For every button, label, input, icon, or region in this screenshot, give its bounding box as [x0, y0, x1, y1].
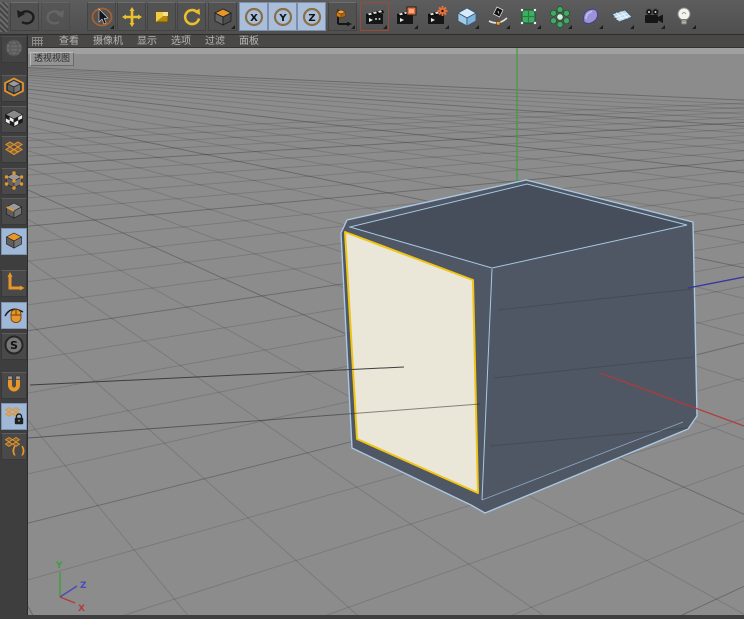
render-view-icon — [363, 5, 387, 29]
magnet-icon — [3, 373, 25, 399]
viewport-label: 透视视图 — [30, 52, 75, 66]
model-mode-button[interactable] — [1, 75, 27, 102]
undo-button[interactable] — [10, 2, 39, 31]
make-editable-icon — [3, 37, 25, 63]
axis-z-toggle[interactable]: Z — [297, 2, 326, 31]
cube-object[interactable] — [340, 179, 698, 514]
subdivision-surface-icon — [517, 5, 541, 29]
render-picture-viewer-icon — [394, 5, 418, 29]
points-mode-button[interactable] — [1, 168, 27, 195]
menu-view[interactable]: 查看 — [59, 35, 79, 48]
render-picture-viewer-button[interactable] — [391, 2, 420, 31]
horizon-strip — [28, 48, 744, 54]
edges-mode-icon — [3, 199, 25, 225]
gizmo-z-label: Z — [80, 581, 87, 591]
svg-text:Z: Z — [308, 13, 315, 24]
workplane-lock-icon — [3, 404, 25, 430]
live-selection-button[interactable] — [87, 2, 116, 31]
menu-panel[interactable]: 面板 — [239, 35, 259, 48]
menu-display[interactable]: 显示 — [137, 35, 157, 48]
magnet-button[interactable] — [1, 372, 27, 399]
recent-tool-button[interactable] — [208, 2, 237, 31]
mode-sidebar: S ( ) — [0, 35, 28, 615]
scale-tool-button[interactable] — [147, 2, 176, 31]
recent-tool-cube-icon — [212, 6, 234, 28]
enable-axis-icon — [3, 271, 25, 297]
tweak-mode-button[interactable] — [1, 302, 27, 329]
viewport-menubar: 查看 摄像机 显示 选项 过滤 面板 — [28, 35, 744, 48]
svg-text:Y: Y — [278, 13, 287, 24]
coordinate-system-icon — [332, 6, 354, 28]
floor-button[interactable] — [607, 2, 636, 31]
array-button[interactable] — [545, 2, 574, 31]
array-icon — [548, 5, 572, 29]
world-z-axis-line — [687, 276, 744, 289]
polygons-mode-icon — [3, 229, 25, 255]
light-icon — [672, 5, 696, 29]
workplane-lock-button[interactable] — [1, 403, 27, 430]
render-view-button[interactable] — [360, 2, 389, 31]
svg-text:X: X — [250, 13, 258, 24]
spline-pen-icon — [486, 5, 510, 29]
camera-icon — [641, 5, 665, 29]
add-cube-button[interactable] — [452, 2, 481, 31]
floor-icon — [610, 5, 634, 29]
menu-options[interactable]: 选项 — [171, 35, 191, 48]
snap-button[interactable]: S — [1, 333, 27, 360]
edges-mode-button[interactable] — [1, 198, 27, 225]
menubar-grip[interactable] — [32, 36, 43, 46]
tweak-mode-icon — [3, 303, 25, 329]
render-settings-icon — [425, 5, 449, 29]
redo-button[interactable] — [41, 2, 70, 31]
viewport-canvas[interactable]: Y Z X — [0, 48, 744, 619]
deformer-icon — [579, 5, 603, 29]
axis-y-toggle[interactable]: Y — [268, 2, 297, 31]
make-editable-button[interactable] — [1, 36, 27, 63]
texture-mode-button[interactable] — [1, 106, 27, 133]
coordinate-system-button[interactable] — [328, 2, 357, 31]
undo-icon — [14, 6, 36, 28]
texture-mode-icon — [3, 107, 25, 133]
toolbar-grip[interactable] — [0, 2, 8, 32]
gizmo-y-label: Y — [55, 561, 63, 571]
menu-camera[interactable]: 摄像机 — [93, 35, 123, 48]
light-button[interactable] — [669, 2, 698, 31]
polygons-mode-button[interactable] — [1, 228, 27, 255]
rotate-tool-button[interactable] — [177, 2, 206, 31]
top-toolbar: X Y Z — [0, 0, 744, 35]
svg-text:S: S — [10, 339, 18, 352]
axis-x-toggle[interactable]: X — [239, 2, 268, 31]
svg-text:( ): ( ) — [12, 444, 25, 456]
live-selection-icon — [91, 6, 113, 28]
menu-filter[interactable]: 过滤 — [205, 35, 225, 48]
enable-axis-button[interactable] — [1, 270, 27, 297]
gizmo-x-label: X — [78, 604, 85, 614]
camera-button[interactable] — [638, 2, 667, 31]
deformer-button[interactable] — [576, 2, 605, 31]
application-window: { "toolbar": { "axis_lock": ["X", "Y", "… — [0, 0, 744, 619]
redo-icon — [45, 6, 67, 28]
move-icon — [121, 6, 143, 28]
spline-pen-button[interactable] — [483, 2, 512, 31]
rotate-icon — [181, 6, 203, 28]
render-settings-button[interactable] — [422, 2, 451, 31]
workplane-align-icon: ( ) — [3, 434, 25, 460]
snap-icon: S — [3, 334, 25, 360]
scale-icon — [151, 6, 173, 28]
points-mode-icon — [3, 169, 25, 195]
move-tool-button[interactable] — [117, 2, 146, 31]
axis-gizmo: Y Z X — [55, 561, 87, 614]
perspective-viewport[interactable]: 透视视图 Y Z X — [0, 48, 744, 619]
model-mode-icon — [3, 76, 25, 102]
workplane-align-button[interactable]: ( ) — [1, 433, 27, 460]
subdivision-surface-button[interactable] — [514, 2, 543, 31]
workplane-mode-button[interactable] — [1, 136, 27, 163]
add-cube-icon — [455, 5, 479, 29]
workplane-mode-icon — [3, 137, 25, 163]
